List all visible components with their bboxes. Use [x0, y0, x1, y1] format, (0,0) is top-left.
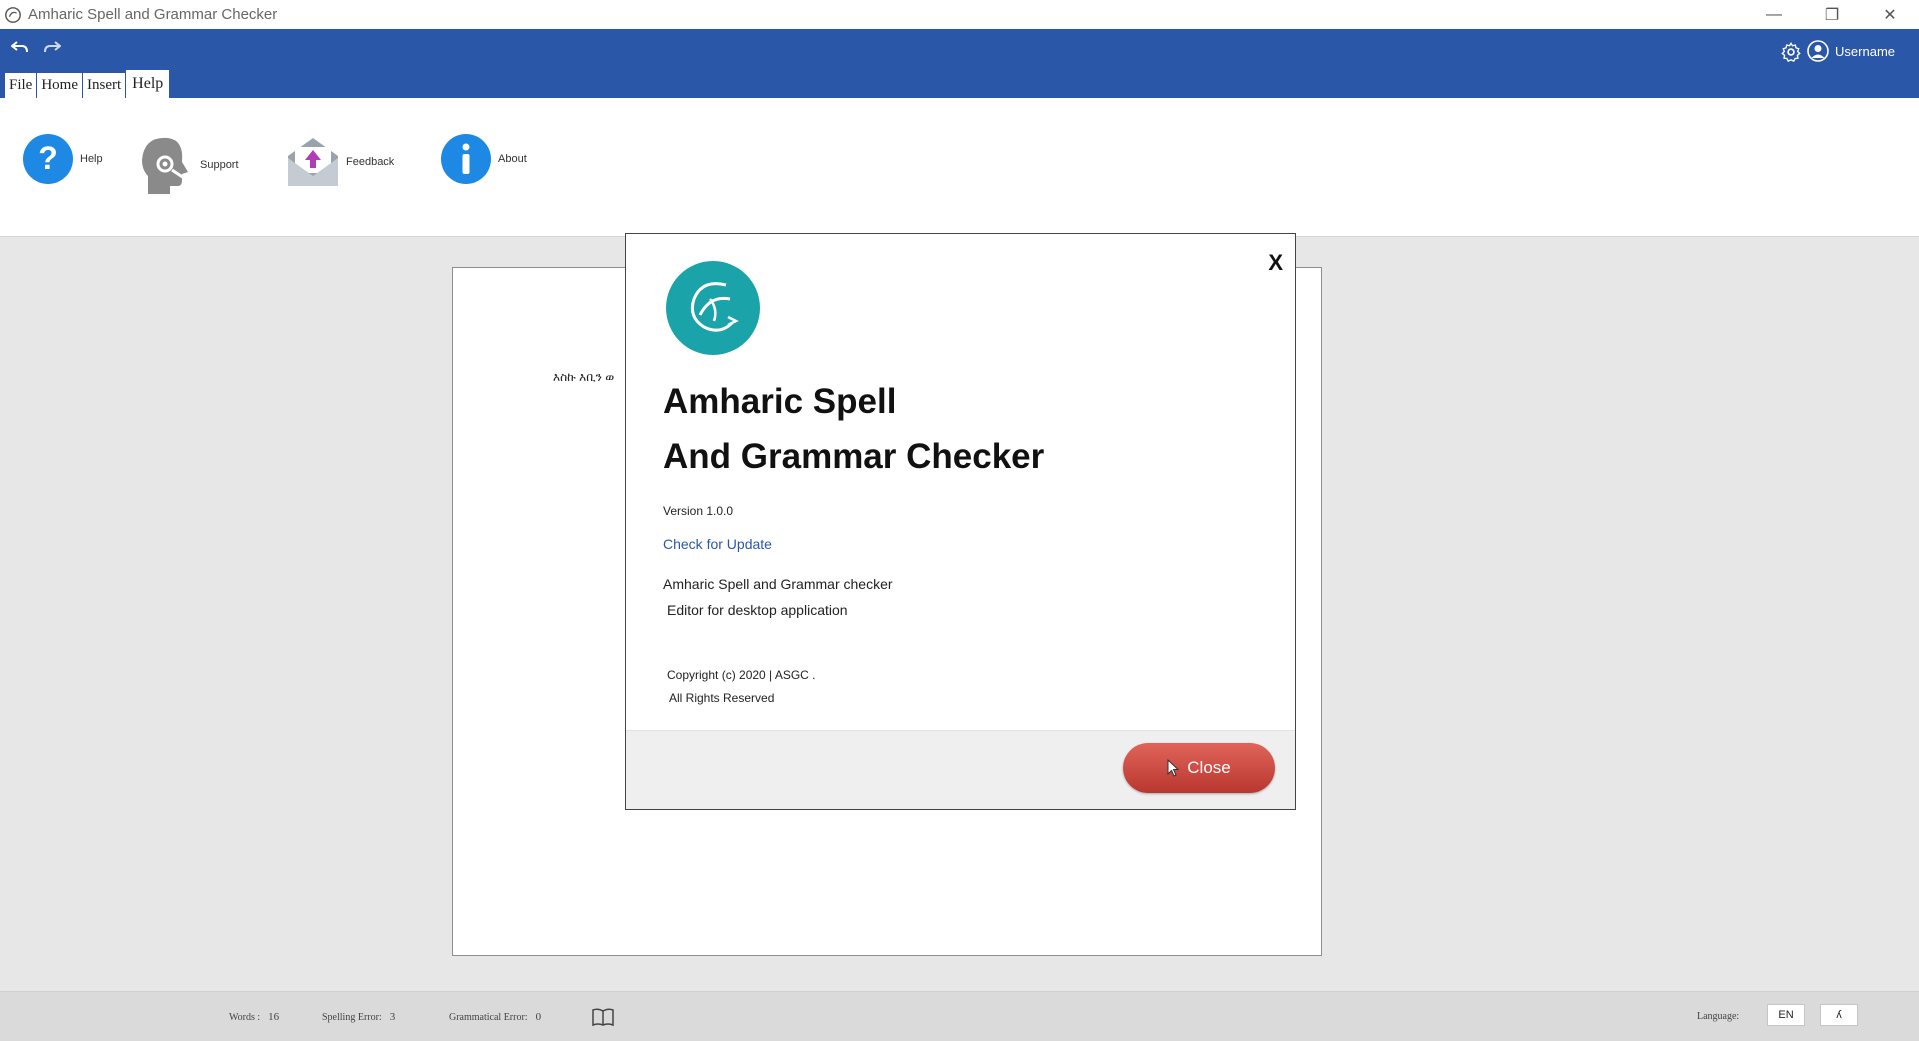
about-ribbon-button[interactable]: About — [440, 133, 527, 185]
check-update-link[interactable]: Check for Update — [663, 536, 772, 552]
document-text[interactable]: እስኩ እቢን ወ — [553, 370, 628, 385]
window-close-button[interactable]: ✕ — [1861, 0, 1919, 29]
dialog-title-line1: Amharic Spell — [663, 382, 897, 421]
description-line1: Amharic Spell and Grammar checker — [663, 576, 893, 592]
settings-button[interactable] — [1777, 38, 1805, 66]
user-avatar-icon — [1807, 40, 1829, 62]
grammar-error-label: Grammatical Error: — [449, 1012, 528, 1023]
about-label: About — [498, 153, 527, 165]
spelling-error-value: 3 — [389, 1011, 396, 1023]
tab-insert[interactable]: Insert — [83, 73, 126, 98]
restore-button[interactable]: ❐ — [1803, 0, 1861, 29]
rights-text: All Rights Reserved — [669, 691, 775, 705]
dialog-title-line2: And Grammar Checker — [663, 437, 1045, 476]
gear-icon — [1781, 41, 1801, 62]
dictionary-button[interactable] — [591, 1007, 615, 1032]
dialog-close-x-button[interactable]: X — [1268, 250, 1283, 276]
spelling-error-count: Spelling Error: 3 — [322, 1011, 395, 1023]
menu-tabs: File Home Insert Help — [5, 70, 170, 98]
tab-help[interactable]: Help — [126, 70, 170, 98]
language-en-button[interactable]: EN — [1767, 1004, 1805, 1026]
window-controls: — ❐ ✕ — [1745, 0, 1919, 29]
support-ribbon-button[interactable]: Support — [138, 134, 239, 196]
user-account[interactable]: Username — [1807, 40, 1895, 62]
description-line2: Editor for desktop application — [667, 602, 848, 618]
undo-icon — [11, 41, 28, 53]
ribbon-help: ? Help Support Feedback About — [0, 98, 1919, 237]
pointer-cursor-icon — [1167, 759, 1180, 777]
minimize-button[interactable]: — — [1745, 0, 1803, 29]
close-button-label: Close — [1187, 758, 1231, 777]
status-bar: Words : 16 Spelling Error: 3 Grammatical E… — [0, 991, 1919, 1041]
dialog-footer: Close — [626, 730, 1295, 809]
book-icon — [592, 1008, 614, 1027]
redo-button[interactable] — [39, 35, 65, 59]
grammar-error-count: Grammatical Error: 0 — [449, 1011, 541, 1023]
support-label: Support — [200, 159, 239, 171]
feedback-envelope-icon — [288, 138, 338, 186]
svg-text:?: ? — [38, 140, 58, 176]
word-count-value: 16 — [268, 1011, 280, 1023]
grammar-error-value: 0 — [535, 1011, 542, 1023]
question-icon: ? — [23, 134, 73, 184]
feedback-ribbon-button[interactable]: Feedback — [286, 136, 394, 188]
version-text: Version 1.0.0 — [663, 504, 734, 518]
help-label: Help — [80, 153, 103, 165]
feedback-label: Feedback — [346, 156, 395, 168]
window-title: Amharic Spell and Grammar Checker — [28, 6, 278, 23]
word-count-label: Words : — [229, 1012, 261, 1023]
redo-icon — [44, 41, 61, 53]
word-count: Words : 16 — [229, 1011, 279, 1023]
spelling-error-label: Spelling Error: — [322, 1012, 382, 1023]
language-am-button[interactable]: ʎ — [1820, 1004, 1858, 1026]
about-dialog: X Amharic Spell And Grammar Checker Vers… — [625, 233, 1296, 810]
window-titlebar: Amharic Spell and Grammar Checker — ❐ ✕ — [0, 0, 1919, 30]
app-logo-icon — [666, 261, 760, 355]
undo-button[interactable] — [7, 35, 33, 59]
info-icon — [441, 134, 491, 184]
help-ribbon-button[interactable]: ? Help — [22, 133, 103, 185]
close-button[interactable]: Close — [1123, 743, 1275, 793]
dialog-title: Amharic Spell And Grammar Checker — [663, 374, 1044, 484]
tab-file[interactable]: File — [5, 73, 37, 98]
username-label: Username — [1835, 43, 1895, 59]
language-label: Language: — [1697, 1011, 1740, 1022]
copyright-text: Copyright (c) 2020 | ASGC . — [667, 668, 816, 682]
app-logo-icon — [5, 6, 21, 23]
tab-home[interactable]: Home — [37, 73, 83, 98]
app-header: Username File Home Insert Help — [0, 29, 1919, 98]
support-headset-icon — [142, 137, 188, 194]
